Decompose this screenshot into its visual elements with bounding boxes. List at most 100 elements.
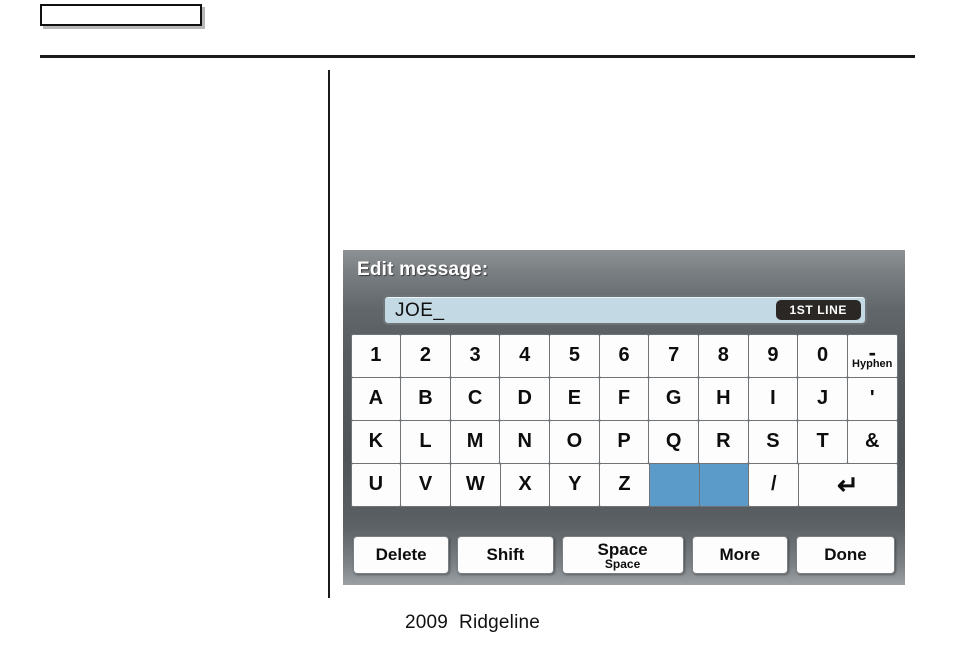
key-ampersand[interactable]: &: [846, 419, 898, 464]
key-o[interactable]: O: [549, 419, 600, 464]
key-label: W: [465, 473, 485, 495]
key-0[interactable]: 0: [797, 333, 848, 378]
key-l[interactable]: L: [400, 419, 451, 464]
shift-button-label: Shift: [486, 545, 525, 564]
key-label: A: [368, 387, 384, 409]
key-label: K: [368, 430, 384, 452]
key-label: F: [617, 387, 631, 409]
key-label: L: [419, 430, 432, 452]
key-sublabel: Hyphen: [852, 357, 893, 370]
message-input-field[interactable]: JOE_ 1ST LINE: [383, 295, 867, 325]
key-9[interactable]: 9: [747, 333, 799, 378]
key-i[interactable]: I: [747, 376, 799, 421]
key-e[interactable]: E: [549, 376, 600, 421]
key-7[interactable]: 7: [648, 333, 699, 378]
space-button-sublabel: Space: [604, 557, 641, 571]
key-label: J: [817, 387, 829, 409]
done-button-label: Done: [824, 545, 867, 564]
line-indicator-badge[interactable]: 1ST LINE: [775, 300, 861, 320]
key-label: S: [766, 430, 780, 452]
header-label-box: [40, 4, 202, 26]
key-q[interactable]: Q: [648, 419, 699, 464]
key-blank-1[interactable]: [648, 462, 700, 507]
more-button-label: More: [719, 545, 761, 564]
key-slash[interactable]: /: [748, 462, 800, 507]
key-g[interactable]: G: [648, 376, 699, 421]
key-3[interactable]: 3: [449, 333, 501, 378]
key-apostrophe[interactable]: ': [846, 376, 898, 421]
key-2[interactable]: 2: [400, 333, 451, 378]
key-n[interactable]: N: [499, 419, 551, 464]
delete-button[interactable]: Delete: [353, 536, 450, 574]
keyboard-row-1: 1 2 3 4 5 6 7 8 9 0 - Hyphen: [350, 333, 898, 378]
key-label: Z: [618, 473, 631, 495]
key-w[interactable]: W: [449, 462, 501, 507]
screen-title: Edit message:: [357, 259, 489, 280]
key-label: ': [869, 387, 875, 409]
delete-button-label: Delete: [375, 545, 427, 564]
key-b[interactable]: B: [400, 376, 451, 421]
key-label: O: [566, 430, 583, 452]
function-key-row: Delete Shift Space Space More Done: [353, 536, 895, 574]
key-label: 1: [370, 344, 382, 366]
key-label: 0: [817, 344, 829, 366]
message-input-value: JOE_: [395, 300, 445, 321]
key-label: I: [770, 387, 776, 409]
key-d[interactable]: D: [499, 376, 551, 421]
key-k[interactable]: K: [350, 419, 402, 464]
key-y[interactable]: Y: [549, 462, 601, 507]
keyboard-row-3: K L M N O P Q R S T &: [350, 419, 898, 464]
done-button[interactable]: Done: [795, 536, 895, 574]
key-p[interactable]: P: [598, 419, 650, 464]
key-label: 2: [419, 344, 432, 366]
key-f[interactable]: F: [598, 376, 650, 421]
key-label: G: [665, 387, 682, 409]
key-label: Y: [568, 473, 582, 495]
space-button[interactable]: Space Space: [561, 536, 684, 574]
page-footer: 2009 Ridgeline: [405, 612, 541, 633]
key-label: B: [418, 387, 433, 409]
key-8[interactable]: 8: [697, 333, 749, 378]
key-u[interactable]: U: [350, 462, 402, 507]
key-hyphen[interactable]: - Hyphen: [846, 333, 898, 378]
key-label: D: [517, 387, 532, 409]
key-label: V: [418, 473, 433, 495]
navigation-screen: Edit message: JOE_ 1ST LINE 1 2 3 4 5 6 …: [343, 250, 905, 585]
key-return[interactable]: ↵: [798, 462, 898, 507]
key-label: U: [368, 473, 384, 495]
key-4[interactable]: 4: [499, 333, 551, 378]
key-label: /: [770, 473, 777, 495]
key-t[interactable]: T: [797, 419, 848, 464]
key-blank-2[interactable]: [698, 462, 750, 507]
key-label: 4: [519, 344, 531, 366]
key-c[interactable]: C: [449, 376, 501, 421]
key-s[interactable]: S: [747, 419, 799, 464]
key-r[interactable]: R: [697, 419, 749, 464]
key-label: X: [518, 473, 532, 495]
keyboard-row-2: A B C D E F G H I J ': [350, 376, 898, 421]
key-1[interactable]: 1: [350, 333, 402, 378]
return-arrow-icon: ↵: [836, 469, 859, 500]
key-x[interactable]: X: [499, 462, 551, 507]
keyboard-grid: 1 2 3 4 5 6 7 8 9 0 - Hyphen A B C D E F…: [350, 333, 898, 507]
key-label: C: [467, 387, 483, 409]
more-button[interactable]: More: [691, 536, 788, 574]
keyboard-row-4: U V W X Y Z / ↵: [350, 462, 898, 507]
key-label: M: [466, 430, 484, 452]
key-label: N: [517, 430, 532, 452]
shift-button[interactable]: Shift: [457, 536, 554, 574]
key-label: 9: [767, 344, 779, 366]
key-z[interactable]: Z: [599, 462, 650, 507]
key-label: &: [865, 430, 880, 452]
key-h[interactable]: H: [697, 376, 749, 421]
key-label: 7: [668, 344, 680, 366]
key-j[interactable]: J: [797, 376, 848, 421]
key-label: 8: [717, 344, 729, 366]
key-6[interactable]: 6: [598, 333, 650, 378]
key-label: 6: [618, 344, 630, 366]
key-v[interactable]: V: [400, 462, 451, 507]
key-label: E: [567, 387, 582, 409]
key-m[interactable]: M: [449, 419, 501, 464]
key-a[interactable]: A: [350, 376, 402, 421]
key-5[interactable]: 5: [549, 333, 600, 378]
